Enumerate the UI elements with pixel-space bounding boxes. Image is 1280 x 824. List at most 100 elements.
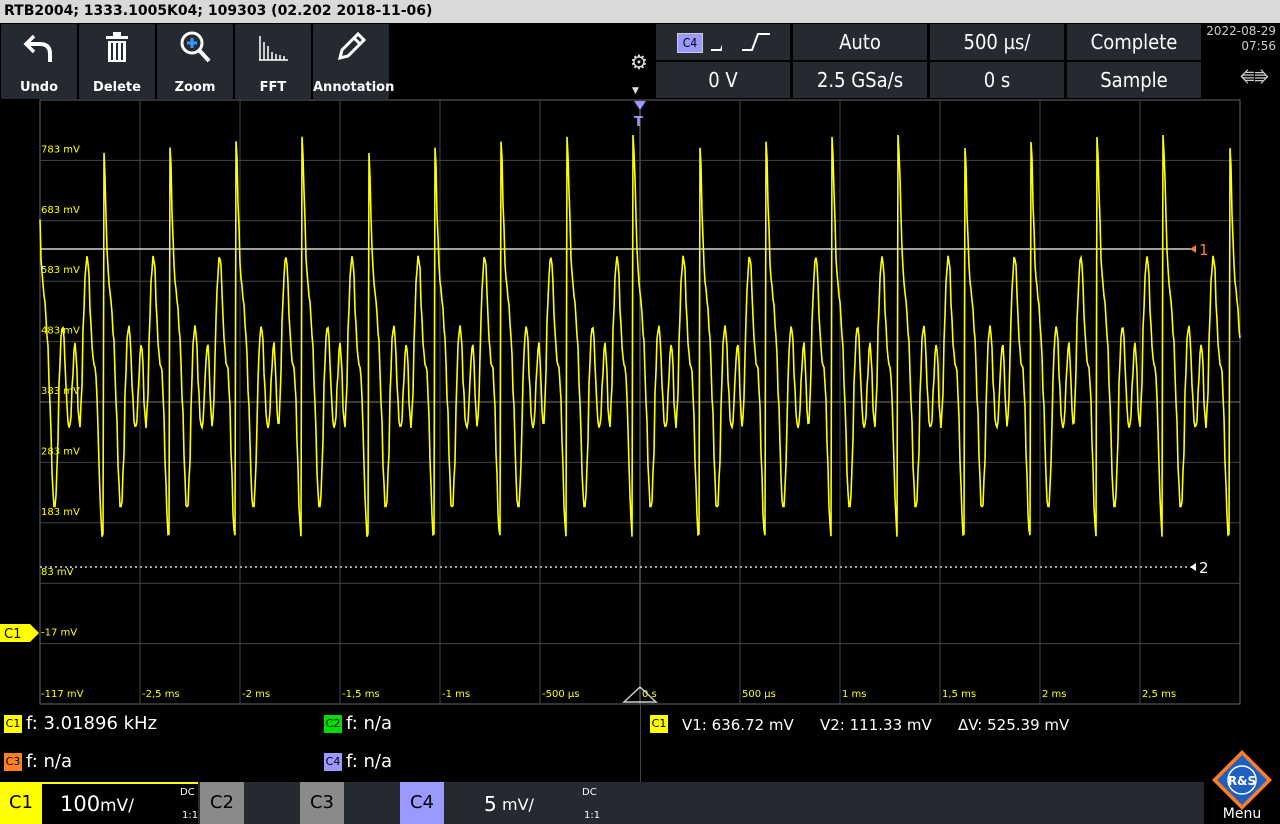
acq-mode-cell[interactable]: Sample bbox=[1067, 62, 1201, 98]
channel-3-settings[interactable] bbox=[344, 782, 398, 824]
time-reference-marker bbox=[622, 685, 658, 703]
trigger-level: 0 V bbox=[708, 68, 738, 92]
y-axis-label: 283 mV bbox=[41, 446, 80, 457]
c1-coupling: DC bbox=[180, 787, 195, 798]
trigger-slope-button[interactable] bbox=[722, 24, 790, 60]
c1-scale-unit: mV/ bbox=[100, 796, 134, 816]
cursor-2-label: 2 bbox=[1199, 559, 1209, 577]
fft-label: FFT bbox=[259, 80, 287, 95]
measurement-c3[interactable]: C3 f: n/a bbox=[4, 751, 72, 772]
horizontal-position: 0 s bbox=[983, 68, 1011, 92]
c2-frequency: f: n/a bbox=[346, 713, 392, 734]
delete-label: Delete bbox=[93, 80, 141, 95]
trigger-slope-cell[interactable]: Auto bbox=[711, 24, 927, 60]
trigger-level-cell[interactable]: 0 V bbox=[656, 62, 790, 98]
zoom-button[interactable]: Zoom bbox=[157, 24, 233, 99]
window-title: RTB2004; 1333.1005K04; 109303 (02.202 20… bbox=[4, 3, 433, 19]
channel-1-settings[interactable]: 100 mV/ DC 1:1 bbox=[42, 782, 198, 824]
channel-1-marker-label: C1 bbox=[4, 627, 21, 642]
y-axis-label: 83 mV bbox=[41, 567, 74, 578]
timebase: 500 µs/ bbox=[963, 30, 1031, 54]
measurement-divider bbox=[640, 704, 641, 782]
usb-icon: ⭅⭆ bbox=[1240, 68, 1269, 87]
acquisition-state: Complete bbox=[1090, 30, 1178, 54]
channel-1-trace bbox=[39, 134, 1241, 537]
sample-rate-cell: 2.5 GSa/s bbox=[793, 62, 927, 98]
y-axis-label: 583 mV bbox=[41, 265, 80, 276]
cursor-chip: C1 bbox=[650, 714, 668, 733]
c3-frequency: f: n/a bbox=[26, 751, 72, 772]
c2-chip: C2 bbox=[324, 715, 342, 733]
y-axis-label: 183 mV bbox=[41, 507, 80, 518]
trigger-channel-chip: C4 bbox=[677, 33, 703, 53]
cursor-v1: V1: 636.72 mV bbox=[682, 716, 794, 734]
c3-chip: C3 bbox=[4, 753, 22, 771]
x-axis-labels: -2,5 ms -2 ms -1,5 ms -1 ms -500 µs 0 s 500 µs… bbox=[142, 689, 1176, 700]
measurement-c2[interactable]: C2 f: n/a bbox=[324, 713, 392, 734]
trigger-mode: Auto bbox=[839, 30, 881, 54]
y-axis-label: 783 mV bbox=[41, 144, 80, 155]
zoom-label: Zoom bbox=[174, 80, 216, 95]
channel-2-settings[interactable] bbox=[244, 782, 298, 824]
cursor-1-label: 1 bbox=[1199, 241, 1209, 259]
c4-frequency: f: n/a bbox=[346, 751, 392, 772]
cursor-readout[interactable]: C1 V1: 636.72 mV V2: 111.33 mV ΔV: 525.3… bbox=[650, 714, 1069, 734]
graticule-border bbox=[39, 99, 1241, 705]
undo-label: Undo bbox=[19, 80, 59, 95]
x-axis-label: -1,5 ms bbox=[342, 689, 380, 700]
acq-state-cell[interactable]: Complete bbox=[1067, 24, 1201, 60]
x-axis-label: 2,5 ms bbox=[1142, 689, 1176, 700]
y-axis-label: 483 mV bbox=[41, 326, 80, 337]
trigger-level-marker[interactable]: T bbox=[634, 115, 643, 130]
measurement-c4[interactable]: C4 f: n/a bbox=[324, 751, 392, 772]
acquisition-mode: Sample bbox=[1100, 68, 1168, 92]
fft-icon bbox=[235, 30, 311, 64]
c1-probe-ratio: 1:1 bbox=[182, 810, 199, 821]
c4-scale-unit: mV/ bbox=[502, 795, 534, 814]
x-axis-label: 1,5 ms bbox=[942, 689, 976, 700]
y-axis-label: 383 mV bbox=[41, 386, 80, 397]
c1-scale-value: 100 bbox=[60, 792, 101, 816]
fft-button[interactable]: FFT bbox=[235, 24, 311, 99]
channel-1-offset-arrow[interactable] bbox=[30, 624, 39, 642]
y-axis-labels: 783 mV 683 mV 583 mV 483 mV 383 mV 283 mV 183 … bbox=[41, 144, 84, 700]
rising-edge-icon bbox=[742, 33, 770, 51]
measurement-c1[interactable]: C1 f: 3.01896 kHz bbox=[4, 713, 157, 734]
rs-logo-text: R&S bbox=[1228, 774, 1256, 788]
c4-chip: C4 bbox=[324, 753, 342, 771]
waveform-display[interactable]: 783 mV683 mV583 mV483 mV383 mV283 mV183 … bbox=[0, 0, 1280, 824]
c4-coupling: DC bbox=[582, 787, 597, 798]
timebase-cell[interactable]: 500 µs/ bbox=[930, 24, 1064, 60]
trash-icon bbox=[79, 30, 155, 64]
channel-1-button[interactable]: C1 bbox=[0, 782, 42, 824]
datetime: 2022-08-29 07:56 bbox=[1204, 24, 1276, 54]
annotation-label: Annotation bbox=[313, 80, 395, 95]
y-axis-label: -17 mV bbox=[41, 628, 77, 639]
x-axis-label: 2 ms bbox=[1042, 689, 1067, 700]
pencil-icon bbox=[313, 30, 389, 64]
trigger-position-marker[interactable] bbox=[634, 101, 646, 110]
dropdown-arrow-icon[interactable]: ▼ bbox=[632, 86, 639, 96]
channel-2-button[interactable]: C2 bbox=[200, 782, 244, 824]
channel-1-offset-marker[interactable] bbox=[0, 624, 30, 642]
delete-button[interactable]: Delete bbox=[79, 24, 155, 99]
time: 07:56 bbox=[1241, 39, 1276, 53]
undo-icon bbox=[1, 30, 77, 64]
annotation-button[interactable]: Annotation bbox=[313, 24, 395, 99]
cursor-1-marker[interactable] bbox=[1190, 245, 1196, 253]
channel-4-settings[interactable]: 5 mV/ DC 1:1 bbox=[444, 782, 600, 824]
y-axis-label: 683 mV bbox=[41, 205, 80, 216]
undo-button[interactable]: Undo bbox=[1, 24, 77, 99]
menu-label: Menu bbox=[1222, 806, 1262, 822]
c1-frequency: f: 3.01896 kHz bbox=[26, 713, 158, 734]
position-cell[interactable]: 0 s bbox=[930, 62, 1064, 98]
channel-4-button[interactable]: C4 bbox=[400, 782, 444, 824]
x-axis-label: -2,5 ms bbox=[142, 689, 180, 700]
sample-rate: 2.5 GSa/s bbox=[816, 68, 904, 92]
cursor-v2: V2: 111.33 mV bbox=[820, 716, 932, 734]
cursor-2-marker[interactable] bbox=[1190, 563, 1196, 571]
channel-3-button[interactable]: C3 bbox=[300, 782, 344, 824]
c1-chip: C1 bbox=[4, 715, 22, 733]
gear-icon[interactable]: ⚙ bbox=[626, 50, 652, 76]
cursor-delta-v: ΔV: 525.39 mV bbox=[958, 716, 1070, 734]
